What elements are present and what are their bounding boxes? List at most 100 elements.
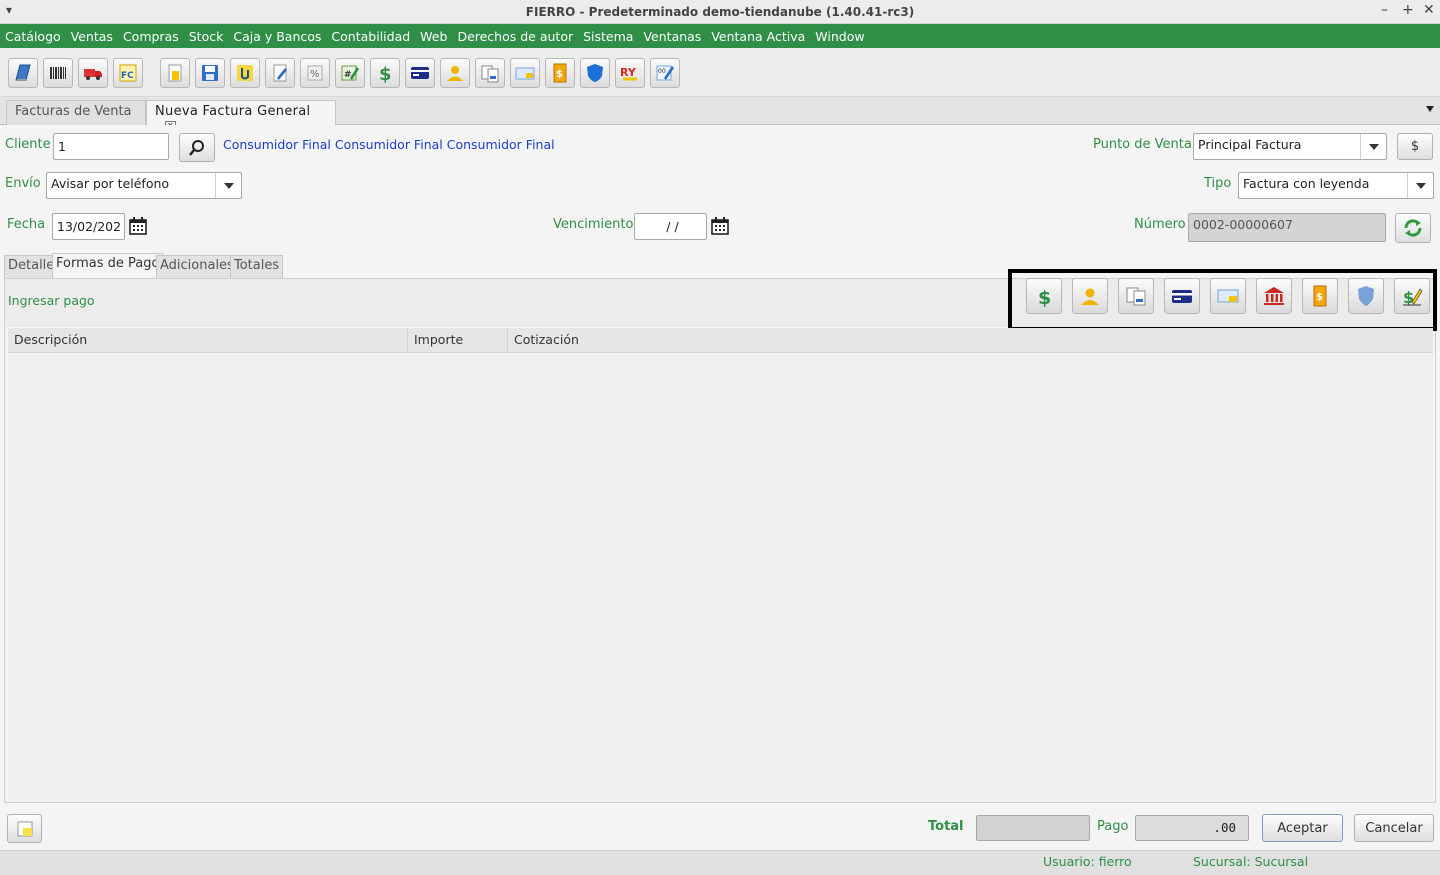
- ticket-icon: $: [553, 63, 567, 83]
- pay-other-button[interactable]: $: [1394, 278, 1430, 314]
- new-document-button[interactable]: [160, 58, 190, 88]
- menu-derechos-autor[interactable]: Derechos de autor: [457, 29, 573, 44]
- ticket-icon: $: [1313, 285, 1327, 307]
- ry-button[interactable]: RY: [615, 58, 645, 88]
- menu-ventanas[interactable]: Ventanas: [643, 29, 701, 44]
- tabs-overflow-icon[interactable]: [1426, 106, 1434, 112]
- title-bar: ▾ FIERRO - Predeterminado demo-tiendanub…: [0, 0, 1440, 24]
- menu-stock[interactable]: Stock: [189, 29, 224, 44]
- save-button[interactable]: [195, 58, 225, 88]
- clip-button[interactable]: [230, 58, 260, 88]
- tab-totales[interactable]: Totales: [230, 255, 284, 278]
- pay-ticket-button[interactable]: $: [1302, 278, 1338, 314]
- total-field: [976, 815, 1090, 841]
- tab-label: Adicionales: [160, 258, 234, 273]
- col-cotizacion[interactable]: Cotización: [508, 328, 1433, 353]
- close-window-button[interactable]: ✕: [1423, 2, 1435, 18]
- pay-cash-button[interactable]: $: [1026, 278, 1062, 314]
- menu-compras[interactable]: Compras: [123, 29, 179, 44]
- barcode-button[interactable]: [43, 58, 73, 88]
- tipo-value: Factura con leyenda: [1243, 176, 1370, 191]
- punto-venta-select[interactable]: Principal Factura: [1193, 133, 1387, 160]
- numero-field: 0002-00000607: [1188, 213, 1386, 242]
- pay-cheque-button[interactable]: [1210, 278, 1246, 314]
- envio-label: Envío: [5, 176, 41, 191]
- payments-grid-body[interactable]: [8, 354, 1433, 802]
- note-icon: [17, 821, 32, 836]
- list-edit-icon: #: [341, 65, 359, 81]
- currency-button[interactable]: $: [1397, 133, 1433, 160]
- notes-button[interactable]: [7, 814, 42, 843]
- col-label: Importe: [414, 332, 464, 347]
- tab-detalle[interactable]: Detalle: [4, 255, 59, 278]
- menu-caja-bancos[interactable]: Caja y Bancos: [233, 29, 321, 44]
- svg-text:$: $: [1316, 292, 1323, 303]
- vencimiento-input[interactable]: [634, 213, 707, 240]
- envio-select[interactable]: Avisar por teléfono: [46, 172, 242, 199]
- calendar-icon[interactable]: [710, 216, 730, 236]
- invoice-fc-button[interactable]: FC: [113, 58, 143, 88]
- counter-button[interactable]: 00: [650, 58, 680, 88]
- refresh-numero-button[interactable]: [1395, 213, 1431, 243]
- pay-bank-button[interactable]: [1256, 278, 1292, 314]
- percent-button[interactable]: %: [300, 58, 330, 88]
- menu-web[interactable]: Web: [420, 29, 447, 44]
- calendar-icon[interactable]: [128, 216, 148, 236]
- tab-adicionales[interactable]: Adicionales: [156, 255, 238, 278]
- col-descripcion[interactable]: Descripción: [8, 328, 408, 353]
- cheque-button[interactable]: [510, 58, 540, 88]
- document-edit-button[interactable]: [265, 58, 295, 88]
- menu-window[interactable]: Window: [815, 29, 864, 44]
- maximize-button[interactable]: +: [1402, 2, 1414, 18]
- payment-header: Ingresar pago $ $ $: [5, 269, 1437, 331]
- person-icon: [1081, 288, 1099, 305]
- menu-catalogo[interactable]: Catálogo: [5, 29, 61, 44]
- tab-formas-pago[interactable]: Formas de Pago: [52, 253, 164, 278]
- minimize-button[interactable]: –: [1381, 2, 1388, 18]
- numero-label: Número: [1134, 217, 1186, 232]
- person-button[interactable]: [440, 58, 470, 88]
- copy-button[interactable]: [475, 58, 505, 88]
- invoice-fc-icon: FC: [119, 64, 137, 82]
- money-button[interactable]: $: [370, 58, 400, 88]
- svg-text:$: $: [1038, 287, 1051, 308]
- svg-text:00: 00: [658, 68, 666, 75]
- tab-nueva-factura[interactable]: Nueva Factura Generalx: [146, 100, 336, 132]
- ticket-button[interactable]: $: [545, 58, 575, 88]
- menu-bar: Catálogo Ventas Compras Stock Caja y Ban…: [0, 24, 1440, 48]
- tab-label: Facturas de Venta: [15, 104, 132, 119]
- book-button[interactable]: [8, 58, 38, 88]
- col-label: Cotización: [514, 332, 579, 347]
- total-label: Total: [928, 819, 964, 834]
- tipo-select[interactable]: Factura con leyenda: [1238, 172, 1434, 199]
- menu-sistema[interactable]: Sistema: [583, 29, 633, 44]
- svg-text:#: #: [344, 70, 352, 80]
- fecha-input[interactable]: [52, 213, 125, 240]
- tab-label: Detalle: [8, 258, 55, 273]
- menu-ventana-activa[interactable]: Ventana Activa: [711, 29, 805, 44]
- pay-card-button[interactable]: [1164, 278, 1200, 314]
- menu-ventas[interactable]: Ventas: [71, 29, 113, 44]
- bank-icon: [1264, 287, 1284, 305]
- document-edit-icon: [273, 64, 287, 82]
- shield-button[interactable]: [580, 58, 610, 88]
- card-button[interactable]: [405, 58, 435, 88]
- menu-contabilidad[interactable]: Contabilidad: [331, 29, 410, 44]
- cliente-label: Cliente: [5, 137, 51, 152]
- list-edit-button[interactable]: #: [335, 58, 365, 88]
- fecha-label: Fecha: [7, 217, 46, 232]
- pay-shield-button[interactable]: [1348, 278, 1384, 314]
- pay-document-button[interactable]: [1118, 278, 1154, 314]
- cancelar-button[interactable]: Cancelar: [1354, 814, 1434, 842]
- col-importe[interactable]: Importe: [408, 328, 508, 353]
- svg-text:$: $: [379, 64, 392, 84]
- search-cliente-button[interactable]: [179, 133, 215, 162]
- truck-button[interactable]: [78, 58, 108, 88]
- svg-text:$: $: [1403, 288, 1414, 307]
- aceptar-button[interactable]: Aceptar: [1262, 814, 1343, 842]
- envio-value: Avisar por teléfono: [51, 176, 170, 191]
- tab-facturas-venta[interactable]: Facturas de Venta: [6, 100, 146, 125]
- pay-account-button[interactable]: [1072, 278, 1108, 314]
- cliente-name[interactable]: Consumidor Final Consumidor Final Consum…: [223, 137, 555, 152]
- cliente-input[interactable]: [53, 133, 169, 160]
